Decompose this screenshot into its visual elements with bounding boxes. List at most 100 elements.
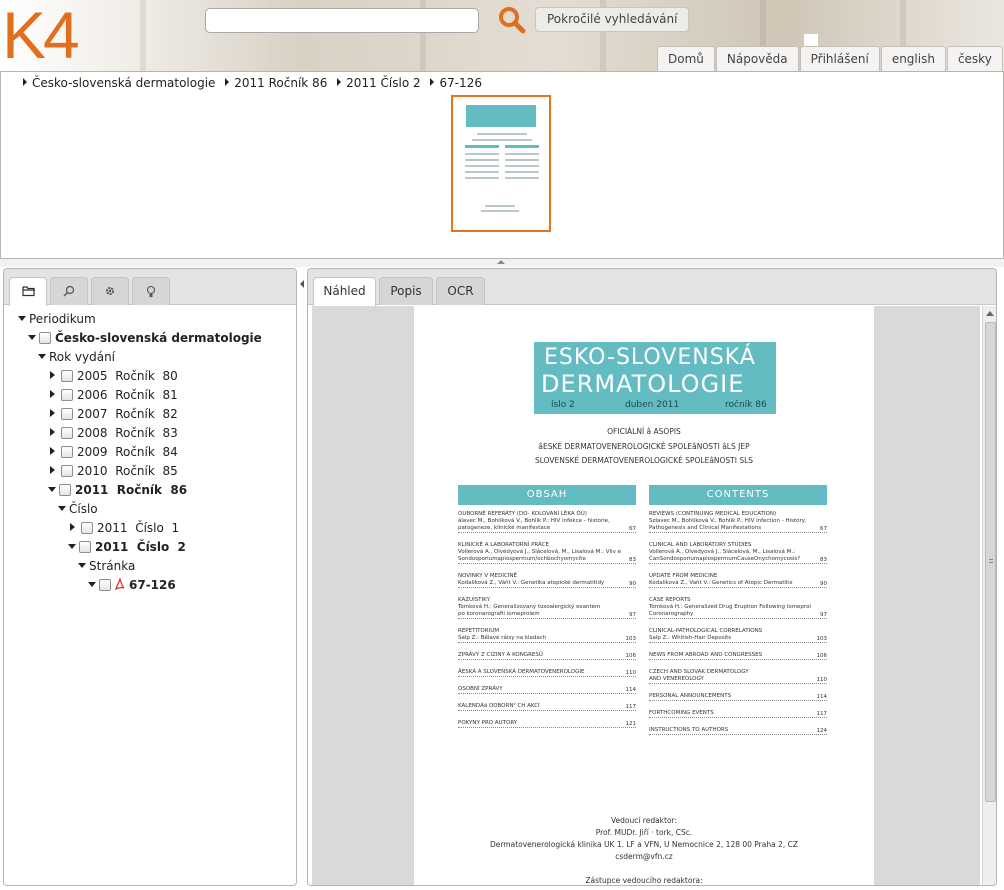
tree-checkbox[interactable]	[61, 446, 73, 458]
tree-node-volume[interactable]: 2010 Ročník 85	[50, 462, 178, 480]
page-viewer[interactable]: ESKO-SLOVENSKÁ DERMATOLOGIE íslo 2 duben…	[312, 306, 980, 885]
toc-entry: REVIEWS (CONTINUING MEDICAL EDUCATION) Sz…	[649, 511, 827, 533]
breadcrumb-item-issue[interactable]: 2011 Číslo 2	[346, 76, 420, 90]
tab-search[interactable]	[50, 277, 88, 305]
toc-entry: INSTRUCTIONS TO AUTHORS 124	[649, 727, 827, 735]
expand-arrow-icon[interactable]	[50, 409, 55, 417]
expand-arrow-icon[interactable]	[50, 371, 55, 379]
toc-entry: CLINICAL AND LABORATORY STUDIES Vollerová…	[649, 542, 827, 564]
toc-entry-text: álavec M., Bohlíková V., Bohlík P.: HIV …	[458, 518, 610, 524]
toc-entry-heading: CLINICAL AND LABORATORY STUDIES	[649, 542, 752, 548]
tree-checkbox[interactable]	[61, 427, 73, 439]
toc-entry-page: 117	[816, 711, 828, 717]
collapse-up-icon[interactable]	[497, 260, 505, 264]
expand-arrow-icon[interactable]	[50, 466, 55, 474]
nav-login[interactable]: Přihlášení	[799, 46, 880, 71]
editor-line: csderm@vfn.cz	[615, 852, 673, 861]
magnifier-icon[interactable]	[498, 6, 526, 34]
tree-checkbox[interactable]	[61, 389, 73, 401]
toc-entry-page: 110	[625, 670, 637, 676]
nav-help[interactable]: Nápověda	[715, 46, 799, 71]
tree-checkbox[interactable]	[79, 541, 91, 553]
tree-node-volume[interactable]: 2005 Ročník 80	[50, 367, 178, 385]
advanced-search-button[interactable]: Pokročilé vyhledávání	[535, 7, 690, 32]
tree-checkbox[interactable]	[81, 522, 93, 534]
official-journal-line: OFICIÁLNÍ â ASOPIS	[607, 427, 681, 436]
expand-arrow-icon[interactable]	[88, 582, 96, 587]
breadcrumb-item-volume[interactable]: 2011 Ročník 86	[234, 76, 327, 90]
scrollbar-thumb[interactable]	[985, 322, 996, 802]
expand-arrow-icon[interactable]	[28, 335, 36, 340]
toc-entry-text: Tomková H.: Generalized Drug Eruption Fo…	[649, 604, 811, 610]
tree-checkbox[interactable]	[61, 465, 73, 477]
tree-checkbox[interactable]	[61, 370, 73, 382]
viewer-scrollbar[interactable]	[982, 306, 996, 885]
journal-title-block: ESKO-SLOVENSKÁ DERMATOLOGIE íslo 2 duben…	[534, 342, 776, 414]
breadcrumb-arrow-icon	[430, 78, 435, 86]
tab-preview[interactable]: Náhled	[313, 277, 376, 306]
toc-entry-text: AND VENEREOLOGY	[649, 676, 827, 684]
tree-node-periodikum[interactable]: Periodikum	[18, 310, 96, 328]
tree-node-volume-selected[interactable]: 2011 Ročník 86	[48, 481, 187, 499]
tree-node-issue-group[interactable]: Číslo	[58, 500, 98, 518]
nav-lang-english[interactable]: english	[880, 46, 946, 71]
expand-arrow-icon[interactable]	[50, 390, 55, 398]
expand-arrow-icon[interactable]	[78, 563, 86, 568]
scroll-up-icon[interactable]	[986, 311, 994, 316]
expand-arrow-icon[interactable]	[18, 316, 26, 321]
expand-arrow-icon[interactable]	[50, 428, 55, 436]
tree-checkbox[interactable]	[61, 408, 73, 420]
k4-logo[interactable]: K4	[2, 2, 80, 68]
toc-entry: REPETITORIUM Salp Z.: Bělavé ráisy na kla…	[458, 628, 636, 643]
toc-entry-page: 97	[820, 612, 827, 618]
tree-node-page[interactable]: 67-126	[88, 576, 176, 594]
tab-description[interactable]: Popis	[379, 277, 433, 305]
tab-settings[interactable]	[91, 277, 129, 305]
expand-arrow-icon[interactable]	[58, 506, 66, 511]
tree-node-volume[interactable]: 2006 Ročník 81	[50, 386, 178, 404]
toc-entry-heading: CZECH AND SLOVAK DERMATOLOGY	[649, 669, 749, 675]
toc-entry-heading: CASE REPORTS	[649, 597, 691, 603]
tree-node-page-group[interactable]: Stránka	[78, 557, 135, 575]
page-thumbnail[interactable]	[451, 95, 551, 232]
tree-node-volume[interactable]: 2008 Ročník 83	[50, 424, 178, 442]
tab-info[interactable]	[132, 277, 170, 305]
tree-node-issue-selected[interactable]: 2011 Číslo 2	[68, 538, 186, 556]
toc-entry-heading: OUBORNÉ REFERÁTY (DO- KOLOVANÍ LÉKA ÒÚ)	[458, 511, 587, 517]
toc-entry: OSOBNÍ ZPRÁVY 114	[458, 686, 636, 694]
vertical-splitter[interactable]	[298, 268, 306, 886]
toc-entry-text: Salp Z.: Whitish-Hair Deposits	[649, 635, 827, 643]
tree-node-year-group[interactable]: Rok vydání	[38, 348, 115, 366]
toc-entry-heading: NOVINKY V MEDICÍNĚ	[458, 573, 518, 579]
toc-entry-page: 114	[816, 694, 828, 700]
expand-arrow-icon[interactable]	[68, 544, 76, 549]
expand-arrow-icon[interactable]	[48, 487, 56, 492]
expand-arrow-icon[interactable]	[38, 354, 46, 359]
search-input[interactable]	[205, 8, 479, 33]
tab-tree[interactable]	[9, 277, 47, 306]
expand-arrow-icon[interactable]	[50, 447, 55, 455]
breadcrumb-item-page[interactable]: 67-126	[439, 76, 482, 90]
horizontal-splitter[interactable]	[0, 259, 1004, 267]
tree-checkbox[interactable]	[59, 484, 71, 496]
tree-checkbox[interactable]	[99, 579, 111, 591]
toc-entry-page: 67	[629, 526, 636, 532]
breadcrumb-item-journal[interactable]: Česko-slovenská dermatologie	[32, 76, 215, 90]
tree-checkbox[interactable]	[39, 332, 51, 344]
tree-node-volume[interactable]: 2007 Ročník 82	[50, 405, 178, 423]
expand-arrow-icon[interactable]	[70, 523, 75, 531]
tree-node-journal[interactable]: Česko-slovenská dermatologie	[28, 329, 262, 347]
toc-entry: POKYNY PRO AUTORY 121	[458, 720, 636, 728]
toc-entry-page: 90	[629, 581, 636, 587]
toc-entry-page: 83	[629, 557, 636, 563]
contents-heading: CONTENTS	[649, 485, 827, 505]
gear-icon	[106, 287, 114, 295]
toc-entry-page: 67	[820, 526, 827, 532]
collapse-left-icon[interactable]	[300, 280, 304, 288]
tab-ocr[interactable]: OCR	[436, 277, 485, 305]
nav-lang-czech[interactable]: česky	[946, 46, 1003, 71]
tree-node-volume[interactable]: 2009 Ročník 84	[50, 443, 178, 461]
nav-home[interactable]: Domů	[657, 46, 715, 71]
scrollbar-grip-icon	[989, 559, 993, 563]
tree-node-issue[interactable]: 2011 Číslo 1	[70, 519, 179, 537]
